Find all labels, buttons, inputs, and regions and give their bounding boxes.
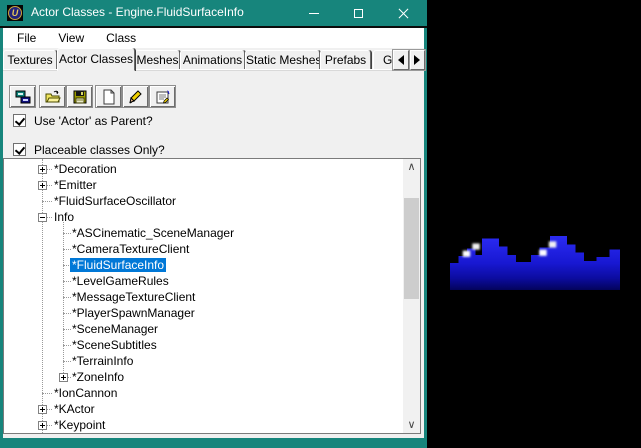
expand-plus-icon[interactable] — [38, 165, 47, 174]
class-properties-button[interactable] — [149, 85, 176, 108]
option-label: Use 'Actor' as Parent? — [34, 114, 153, 128]
menu-file[interactable]: File — [9, 29, 44, 47]
minimize-button[interactable] — [291, 0, 336, 26]
tab-animations[interactable]: Animations — [180, 50, 245, 70]
class-hierarchy-icon — [15, 89, 31, 105]
fluid-surface-wave-sprite — [450, 230, 620, 292]
tab-scroll-right-button[interactable] — [410, 50, 426, 70]
tree-item-label: Info — [52, 210, 76, 224]
tree-item-zoneinfo[interactable]: *ZoneInfo — [4, 369, 403, 385]
tree-item-label: *FluidSurfaceInfo — [70, 258, 166, 272]
option-use-actor-as-parent[interactable]: Use 'Actor' as Parent? — [13, 113, 153, 128]
tab-scroll-left-button[interactable] — [393, 50, 409, 70]
tree-item-playerspawnmanager[interactable]: *PlayerSpawnManager — [4, 305, 403, 321]
maximize-button[interactable] — [336, 0, 381, 26]
tree-item-kactor[interactable]: *KActor — [4, 401, 403, 417]
tree-item-label: *ZoneInfo — [70, 370, 126, 384]
checkbox-checked-icon[interactable] — [13, 114, 26, 127]
collapse-minus-icon[interactable] — [38, 213, 47, 222]
tree-item-label: *SceneSubtitles — [70, 338, 159, 352]
actor-classes-window: U Actor Classes - Engine.FluidSurfaceInf… — [0, 0, 427, 448]
option-label: Placeable classes Only? — [34, 143, 165, 157]
minimize-icon — [309, 13, 319, 14]
tree-item-label: *CameraTextureClient — [70, 242, 191, 256]
tree-item-label: *PlayerSpawnManager — [70, 306, 197, 320]
tree-item-label: *FluidSurfaceOscillator — [52, 194, 178, 208]
properties-sheet-icon — [155, 89, 171, 105]
tree-item-terraininfo[interactable]: *TerrainInfo — [4, 353, 403, 369]
tree-connector-stub — [42, 393, 52, 394]
tree-item-decoration[interactable]: *Decoration — [4, 161, 403, 177]
tree-item-emitter[interactable]: *Emitter — [4, 177, 403, 193]
menu-view[interactable]: View — [50, 29, 92, 47]
tree-connector-stub — [42, 201, 52, 202]
class-tree: *Decoration *Emitter *FluidSurfaceOscillat… — [4, 159, 403, 433]
save-button[interactable] — [66, 85, 93, 108]
option-placeable-classes-only[interactable]: Placeable classes Only? — [13, 142, 165, 157]
tree-item-messagetextureclient[interactable]: *MessageTextureClient — [4, 289, 403, 305]
tree-item-fluidsurfaceoscillator[interactable]: *FluidSurfaceOscillator — [4, 193, 403, 209]
menu-bar: File View Class — [3, 28, 424, 48]
window-body: File View Class TexturesActor ClassesMeshe… — [0, 28, 427, 448]
class-hierarchy-button[interactable] — [9, 85, 36, 108]
close-button[interactable] — [381, 0, 426, 26]
tree-item-label: *KActor — [52, 402, 97, 416]
new-class-button[interactable] — [95, 85, 122, 108]
scrollbar-thumb[interactable] — [404, 198, 419, 299]
maximize-icon — [354, 9, 363, 18]
tree-item-ascinematic_scenemanager[interactable]: *ASCinematic_SceneManager — [4, 225, 403, 241]
scroll-down-icon[interactable]: ∨ — [403, 417, 420, 433]
class-tree-panel: *Decoration *Emitter *FluidSurfaceOscillat… — [3, 158, 421, 434]
expand-plus-icon[interactable] — [38, 421, 47, 430]
tree-item-label: *MessageTextureClient — [70, 290, 197, 304]
tree-item-label: *TerrainInfo — [70, 354, 135, 368]
tab-strip: TexturesActor ClassesMeshesAnimationsSta… — [3, 48, 424, 70]
window-title: Actor Classes - Engine.FluidSurfaceInfo — [31, 5, 244, 19]
scroll-up-icon[interactable]: ∧ — [403, 159, 420, 175]
tree-item-label: *Keypoint — [52, 418, 107, 432]
expand-plus-icon[interactable] — [59, 373, 68, 382]
open-folder-icon — [45, 89, 61, 105]
tab-actor-classes[interactable]: Actor Classes — [57, 48, 135, 71]
expand-plus-icon[interactable] — [38, 181, 47, 190]
tree-item-info[interactable]: Info — [4, 209, 403, 225]
tree-item-ioncannon[interactable]: *IonCannon — [4, 385, 403, 401]
app-icon: U — [7, 5, 23, 21]
tree-item-cameratextureclient[interactable]: *CameraTextureClient — [4, 241, 403, 257]
screen: U Actor Classes - Engine.FluidSurfaceInf… — [0, 0, 641, 448]
tree-item-fluidsurfaceinfo[interactable]: *FluidSurfaceInfo — [4, 257, 403, 273]
save-floppy-icon — [72, 89, 88, 105]
tree-item-scenemanager[interactable]: *SceneManager — [4, 321, 403, 337]
left-arrow-icon — [398, 55, 404, 65]
tab-scroller — [392, 50, 425, 70]
edit-script-button[interactable] — [122, 85, 149, 108]
tab-gro[interactable]: Gro — [373, 50, 392, 70]
tab-meshes[interactable]: Meshes — [135, 50, 180, 70]
open-button[interactable] — [39, 85, 66, 108]
tab-textures[interactable]: Textures — [3, 50, 57, 70]
tab-static-meshes[interactable]: Static Meshes — [245, 50, 320, 70]
pencil-icon — [128, 89, 144, 105]
tree-scrollbar[interactable]: ∧ ∨ — [403, 159, 420, 433]
tree-item-label: *LevelGameRules — [70, 274, 171, 288]
tree-item-label: *Decoration — [52, 162, 119, 176]
checkbox-checked-icon[interactable] — [13, 143, 26, 156]
tree-item-keypoint[interactable]: *Keypoint — [4, 417, 403, 433]
tree-item-label: *Emitter — [52, 178, 99, 192]
title-bar[interactable]: U Actor Classes - Engine.FluidSurfaceInf… — [0, 0, 427, 26]
tree-item-label: *ASCinematic_SceneManager — [70, 226, 236, 240]
tree-item-scenesubtitles[interactable]: *SceneSubtitles — [4, 337, 403, 353]
tree-item-levelgamerules[interactable]: *LevelGameRules — [4, 273, 403, 289]
new-document-icon — [101, 89, 117, 105]
right-arrow-icon — [414, 55, 420, 65]
tab-prefabs[interactable]: Prefabs — [320, 50, 371, 70]
tree-item-label: *IonCannon — [52, 386, 119, 400]
toolbar — [3, 70, 424, 110]
close-icon — [398, 8, 409, 19]
menu-class[interactable]: Class — [98, 29, 144, 47]
expand-plus-icon[interactable] — [38, 405, 47, 414]
tree-item-label: *SceneManager — [70, 322, 160, 336]
